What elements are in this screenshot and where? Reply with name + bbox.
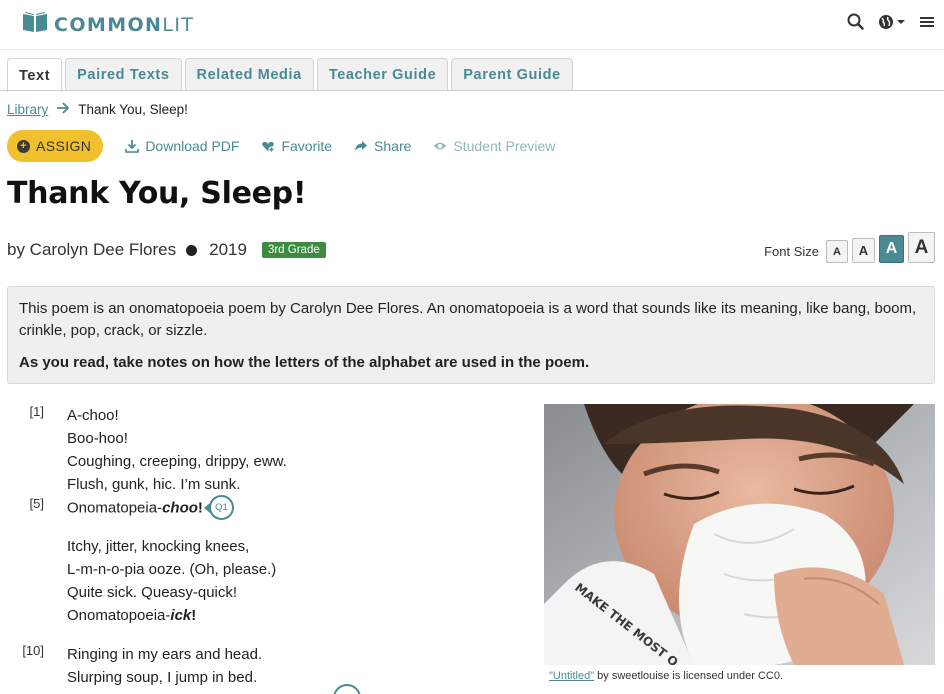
line-number: [1] (29, 404, 44, 419)
tab-paired-texts[interactable]: Paired Texts (65, 58, 182, 91)
tab-text[interactable]: Text (7, 58, 63, 92)
content-tabs: Text Paired Texts Related Media Teacher … (7, 58, 573, 92)
language-selector[interactable] (878, 14, 906, 30)
share-arrow-icon (355, 141, 368, 151)
text-actions: + ASSIGN Download PDF Favorite Share Stu… (7, 130, 555, 162)
menu-icon[interactable] (920, 15, 934, 29)
poem-line: L-m-n-o-pia ooze. (Oh, please.) (67, 561, 277, 578)
tab-teacher-guide[interactable]: Teacher Guide (316, 58, 449, 91)
tab-divider (0, 90, 944, 91)
globe-icon (879, 14, 893, 29)
poem-line: Flush, gunk, hic. I’m sunk. (67, 476, 241, 493)
stanza: [10] Ringing in my ears and head. Slurpin… (0, 643, 520, 689)
search-icon[interactable] (847, 13, 864, 30)
caret-down-icon (897, 19, 905, 24)
favorite-button[interactable]: Favorite (261, 138, 332, 154)
poem-line: Onomatopoeia-ick! (67, 607, 197, 624)
poem-line: Quite sick. Queasy-quick! (67, 584, 238, 601)
poem-line: Coughing, creeping, drippy, eww. (67, 453, 287, 470)
line-number: [10] (22, 643, 44, 658)
intro-summary: This poem is an onomatopoeia poem by Car… (19, 300, 917, 339)
grade-badge: 3rd Grade (261, 242, 326, 258)
download-pdf-button[interactable]: Download PDF (125, 138, 239, 154)
poem-line: Itchy, jitter, knocking knees, (67, 538, 250, 555)
poem-line: [10] Ringing in my ears and head. (0, 643, 520, 666)
separator-dot (186, 244, 198, 256)
line-number: [5] (29, 496, 44, 511)
author: by Carolyn Dee Flores (7, 240, 177, 259)
top-navigation-bar: COMMONLIT (0, 0, 944, 50)
stanza: Itchy, jitter, knocking knees, L-m-n-o-p… (0, 535, 520, 627)
guided-question-marker[interactable]: Q1 (203, 495, 234, 520)
stanza: [1] A-choo! Boo-hoo! Coughing, creeping, … (0, 404, 520, 520)
commonlit-logo[interactable]: COMMONLIT (22, 11, 194, 38)
tab-related-media[interactable]: Related Media (184, 58, 314, 91)
breadcrumb: Library Thank You, Sleep! (7, 102, 188, 117)
text-meta: by Carolyn Dee Flores 2019 3rd Grade (7, 240, 326, 260)
font-size-control: Font Size A A A A (764, 232, 935, 263)
book-icon (22, 11, 48, 38)
font-size-label: Font Size (764, 244, 819, 259)
breadcrumb-library-link[interactable]: Library (7, 102, 48, 117)
image-caption: "Untitled" by sweetlouise is licensed un… (549, 670, 784, 682)
publication-year: 2019 (209, 240, 247, 259)
breadcrumb-current: Thank You, Sleep! (78, 102, 188, 117)
image-source-link[interactable]: "Untitled" (549, 670, 594, 682)
poem-body: [1] A-choo! Boo-hoo! Coughing, creeping, … (0, 404, 520, 694)
font-size-medium-button[interactable]: A (852, 238, 875, 263)
arrow-right-icon (56, 102, 70, 117)
intro-reading-prompt: As you read, take notes on how the lette… (19, 354, 590, 371)
font-size-xlarge-button[interactable]: A (908, 232, 935, 263)
poem-line: [5] Onomatopeia-choo! Q1 (0, 495, 520, 520)
poem-line: [1] A-choo! (0, 404, 520, 427)
poem-line: Slurping soup, I jump in bed. (67, 669, 258, 686)
share-button[interactable]: Share (354, 138, 411, 154)
text-illustration: MAKE THE MOST O (544, 404, 935, 665)
logo-wordmark: COMMONLIT (54, 13, 195, 36)
tab-parent-guide[interactable]: Parent Guide (451, 58, 573, 91)
download-icon (125, 140, 140, 153)
text-title: Thank You, Sleep! (7, 176, 307, 211)
plus-circle-icon: + (17, 139, 30, 153)
student-preview-button[interactable]: Student Preview (433, 138, 555, 154)
assign-button[interactable]: + ASSIGN (7, 130, 104, 162)
eye-icon (434, 142, 447, 150)
poem-line: Boo-hoo! (67, 430, 128, 447)
introduction-box: This poem is an onomatopoeia poem by Car… (7, 286, 935, 384)
font-size-large-button[interactable]: A (879, 235, 904, 263)
heart-plus-icon (262, 141, 275, 153)
font-size-small-button[interactable]: A (826, 240, 848, 263)
